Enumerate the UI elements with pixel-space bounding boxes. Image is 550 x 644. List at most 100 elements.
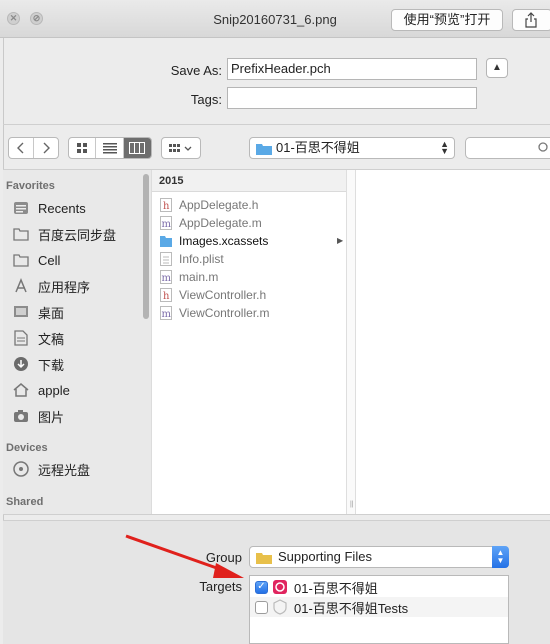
file-name: Images.xcassets [179,234,269,248]
objc-file-icon: m [160,216,172,230]
sidebar-item-label: 百度云同步盘 [38,227,117,243]
shared-header: Shared [6,496,44,508]
grip-icon: | | [350,501,353,508]
back-button[interactable] [9,138,34,158]
svg-text:m: m [162,219,172,230]
forward-button[interactable] [34,138,58,158]
svg-text:h: h [163,201,170,212]
file-name: AppDelegate.m [179,216,262,230]
folder-item[interactable]: Images.xcassets [160,232,268,250]
sidebar-item-desktop[interactable]: 桌面 [12,300,140,324]
target-checkbox[interactable]: ✓ [255,580,268,594]
file-item[interactable]: h AppDelegate.h [160,196,258,214]
sidebar: Favorites Recents 百度云同步盘 Cell 应用程序 桌面 文稿… [3,170,151,514]
sidebar-item-label: 图片 [38,409,65,425]
grid-icon [77,143,88,153]
svg-text:h: h [163,291,170,302]
column-view-button[interactable] [123,138,151,158]
sidebar-item-label: Cell [38,252,61,268]
location-popup[interactable]: 01-百思不得姐 ▲ ▼ [249,137,455,159]
target-row[interactable]: 01-百思不得姐Tests [250,597,508,617]
sidebar-item-label: 文稿 [38,331,65,347]
arrange-menu[interactable] [162,138,200,158]
group-value: Supporting Files [278,549,372,564]
group-popup[interactable]: Supporting Files ▲ ▼ [249,546,509,568]
sidebar-item-home[interactable]: apple [12,378,140,402]
back-forward-control [8,137,59,159]
targets-list: ✓ 01-百思不得姐 01-百思不得姐Tests [249,575,509,644]
header-file-icon: h [160,288,172,302]
file-name: AppDelegate.h [179,198,259,212]
arrange-button[interactable] [161,137,201,159]
window-title: Snip20160731_6.png [213,12,337,27]
column-header: 2015 [152,170,347,192]
file-item[interactable]: m main.m [160,268,218,286]
arrange-grid-icon [169,144,192,152]
sidebar-item-documents[interactable]: 文稿 [12,326,140,350]
file-name: ViewController.h [179,288,267,302]
list-view-button[interactable] [96,138,124,158]
expand-panel-button[interactable]: ▲ [486,58,508,78]
objc-file-icon: m [160,306,172,320]
file-item[interactable]: h ViewController.h [160,286,266,304]
documents-icon [12,329,30,347]
target-row[interactable]: ✓ 01-百思不得姐 [250,577,508,597]
chevron-left-icon [16,142,24,154]
sidebar-scrollbar[interactable] [143,174,149,319]
svg-text:m: m [162,273,172,284]
remote-disc-icon [12,460,30,478]
title-bar: ✕ ⊘ Snip20160731_6.png 使用“预览”打开 [0,0,550,38]
browser-column: 2015 h AppDelegate.h m AppDelegate.m Ima… [151,170,347,514]
folder-icon [256,144,272,155]
applications-icon [12,277,30,295]
share-button[interactable] [512,9,550,31]
favorites-header: Favorites [6,180,55,192]
location-label: 01-百思不得姐 [276,140,360,155]
annotation-arrow-icon [125,534,244,578]
folder-icon [12,251,30,269]
icon-view-button[interactable] [69,138,97,158]
file-item[interactable]: m AppDelegate.m [160,214,262,232]
minimize-button[interactable]: ⊘ [30,12,43,25]
view-mode-control [68,137,152,159]
column-resize-handle[interactable]: | | [346,170,356,514]
search-field[interactable] [465,137,550,159]
sidebar-item-label: 远程光盘 [38,462,91,478]
open-with-preview-button[interactable]: 使用“预览”打开 [391,9,503,31]
target-checkbox[interactable] [255,600,268,614]
save-as-label: Save As: [170,63,222,78]
sidebar-item-label: apple [38,382,70,398]
sidebar-item-label: 应用程序 [38,279,91,295]
sidebar-item-pictures[interactable]: 图片 [12,404,140,428]
updown-chevron-icon: ▲ ▼ [440,139,449,156]
updown-chevron-icon: ▲ ▼ [492,546,509,568]
sidebar-item-label: Recents [38,200,86,216]
file-item[interactable]: Info.plist [160,250,224,268]
disclosure-arrow-icon: ▶ [337,236,344,245]
file-name: main.m [179,270,219,284]
target-name: 01-百思不得姐 [294,580,378,596]
sidebar-item-label: 桌面 [38,305,65,321]
sidebar-item-recents[interactable]: Recents [12,196,140,220]
test-target-icon [273,599,287,615]
sidebar-item-cell[interactable]: Cell [12,248,140,272]
file-item[interactable]: m ViewController.m [160,304,269,322]
save-as-field[interactable]: PrefixHeader.pch [227,58,477,80]
sidebar-item-remote-disc[interactable]: 远程光盘 [12,457,140,481]
sidebar-item-baidu[interactable]: 百度云同步盘 [12,222,140,246]
devices-header: Devices [6,442,48,454]
tags-field[interactable] [227,87,477,109]
folder-icon [12,225,30,243]
folder-icon [160,234,172,248]
search-icon [538,142,548,152]
sidebar-item-applications[interactable]: 应用程序 [12,274,140,298]
recents-icon [12,199,30,217]
sidebar-item-downloads[interactable]: 下载 [12,352,140,376]
plist-file-icon [160,252,172,266]
close-button[interactable]: ✕ [7,12,20,25]
home-icon [12,381,30,399]
share-icon [525,12,537,28]
pictures-icon [12,407,30,425]
desktop-icon [12,303,30,321]
sidebar-item-label: 下载 [38,357,65,373]
